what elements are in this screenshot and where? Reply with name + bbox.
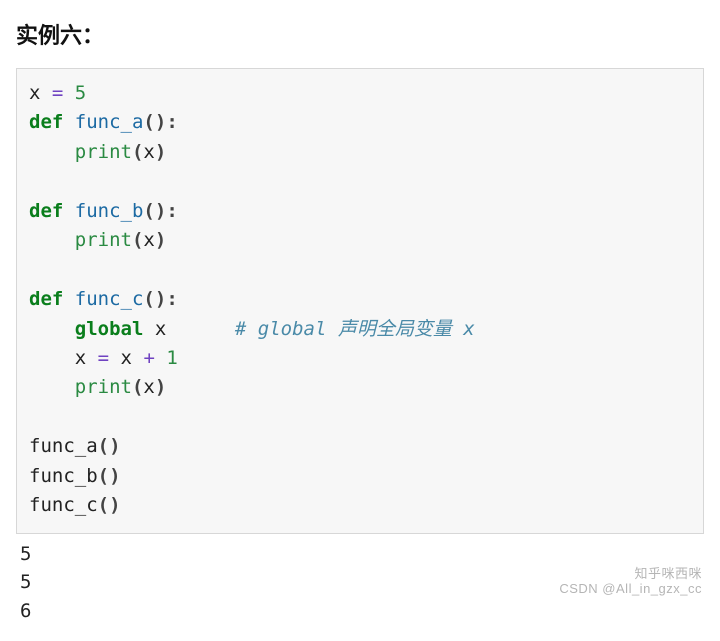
code-line: global x # global 声明全局变量 x xyxy=(29,318,475,340)
code-line: func_b() xyxy=(29,465,121,487)
code-line: print(x) xyxy=(29,141,166,163)
code-line: func_c() xyxy=(29,494,121,516)
output-line: 6 xyxy=(20,600,31,622)
code-line: print(x) xyxy=(29,376,166,398)
output-line: 5 xyxy=(20,571,31,593)
output-line: 5 xyxy=(20,543,31,565)
code-line: def func_c(): xyxy=(29,288,178,310)
section-heading: 实例六： xyxy=(16,18,704,50)
code-line: print(x) xyxy=(29,229,166,251)
output-block: 5 5 6 xyxy=(16,534,704,626)
code-line: x = x + 1 xyxy=(29,347,178,369)
code-block: x = 5 def func_a(): print(x) def func_b(… xyxy=(16,68,704,534)
code-line: x = 5 xyxy=(29,82,86,104)
code-line: func_a() xyxy=(29,435,121,457)
code-line: def func_b(): xyxy=(29,200,178,222)
code-line: def func_a(): xyxy=(29,111,178,133)
